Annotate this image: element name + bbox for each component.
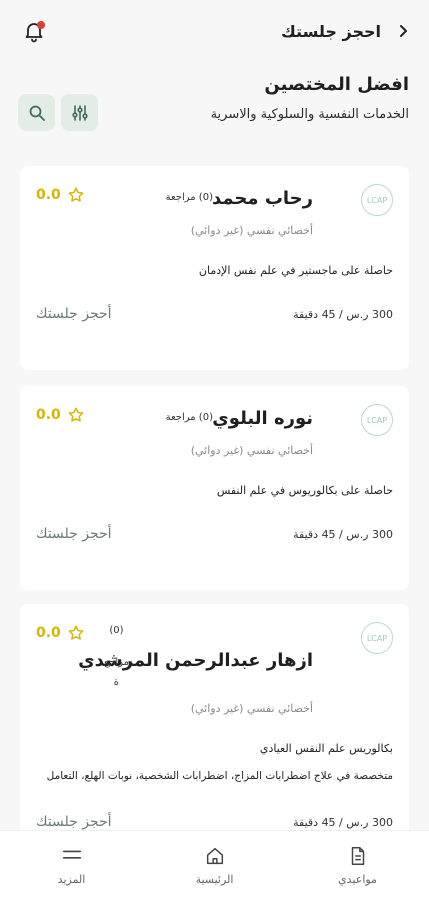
page-title: احجز جلستك	[281, 21, 381, 41]
review-count-line: ة	[113, 677, 120, 688]
chevron-right-icon[interactable]	[395, 23, 411, 39]
specialist-description: متخصصة في علاج اضطرابات المزاج، اضطرابات…	[46, 770, 393, 782]
nav-home-label: الرئيسية	[195, 873, 234, 886]
review-count: (0) مراجعة	[165, 192, 213, 203]
specialist-role: أخصائي نفسي (غير دوائي)	[190, 702, 313, 715]
rating: 0.0	[36, 186, 85, 204]
rating-value: 0.0	[36, 187, 61, 203]
nav-more-label: المزيد	[57, 873, 86, 886]
session-price: 300 ر.س / 45 دقيقة	[293, 308, 393, 321]
specialist-card[interactable]: LCAP رحاب محمد (0) مراجعة 0.0 أخصائي نفس…	[20, 166, 409, 370]
specialist-card[interactable]: LCAP نوره البلوي (0) مراجعة 0.0 أخصائي ن…	[20, 386, 409, 590]
nav-home[interactable]: الرئيسية	[160, 845, 270, 886]
nav-more[interactable]: المزيد	[17, 845, 127, 886]
specialist-logo: LCAP	[361, 184, 393, 216]
specialist-description: بكالوريس علم النفس العيادي	[259, 742, 393, 755]
filter-icon	[71, 104, 88, 121]
filter-button[interactable]	[61, 94, 98, 131]
book-session-button[interactable]: أحجز جلستك	[36, 306, 112, 322]
specialist-role: أخصائي نفسي (غير دوائي)	[190, 224, 313, 237]
top-bar: احجز جلستك	[0, 0, 429, 62]
rating: 0.0	[36, 624, 85, 642]
menu-icon	[62, 850, 81, 859]
session-price: 300 ر.س / 45 دقيقة	[293, 528, 393, 541]
book-session-button[interactable]: أحجز جلستك	[36, 526, 112, 542]
appointments-icon	[351, 847, 364, 865]
search-icon	[29, 105, 45, 121]
specialist-logo: LCAP	[361, 622, 393, 654]
specialist-name: رحاب محمد	[211, 188, 313, 209]
star-icon	[68, 187, 84, 202]
specialist-description: حاصلة على ماجستير في علم نفس الإدمان	[198, 264, 393, 277]
session-price: 300 ر.س / 45 دقيقة	[293, 816, 393, 829]
specialist-description: حاصلة على بكالوريوس في علم النفس	[216, 484, 393, 497]
notifications-button[interactable]	[22, 19, 46, 43]
specialist-card[interactable]: LCAP ازهار عبدالرحمن المرشدي (0) مراجع ة…	[20, 604, 409, 844]
specialist-logo: LCAP	[361, 404, 393, 436]
home-icon	[206, 847, 223, 865]
review-count-line: (0)	[109, 625, 124, 636]
star-icon	[68, 407, 84, 422]
specialist-role: أخصائي نفسي (غير دوائي)	[190, 444, 313, 457]
rating: 0.0	[36, 406, 85, 424]
section-title: افضل المختصين	[264, 74, 409, 95]
review-count-line: مراجع	[103, 657, 129, 668]
tools	[18, 94, 98, 131]
search-button[interactable]	[18, 94, 55, 131]
rating-value: 0.0	[36, 625, 61, 641]
bottom-navigation: مواعيدي الرئيسية المزيد	[0, 830, 429, 900]
review-count: (0) مراجع ة	[104, 624, 129, 690]
book-session-button[interactable]: أحجز جلستك	[36, 814, 112, 830]
rating-value: 0.0	[36, 407, 61, 423]
notification-dot	[37, 21, 45, 29]
nav-appointments-label: مواعيدي	[338, 873, 377, 886]
specialist-name: نوره البلوي	[212, 408, 313, 429]
star-icon	[68, 625, 84, 640]
nav-appointments[interactable]: مواعيدي	[303, 845, 413, 886]
review-count: (0) مراجعة	[165, 412, 213, 423]
